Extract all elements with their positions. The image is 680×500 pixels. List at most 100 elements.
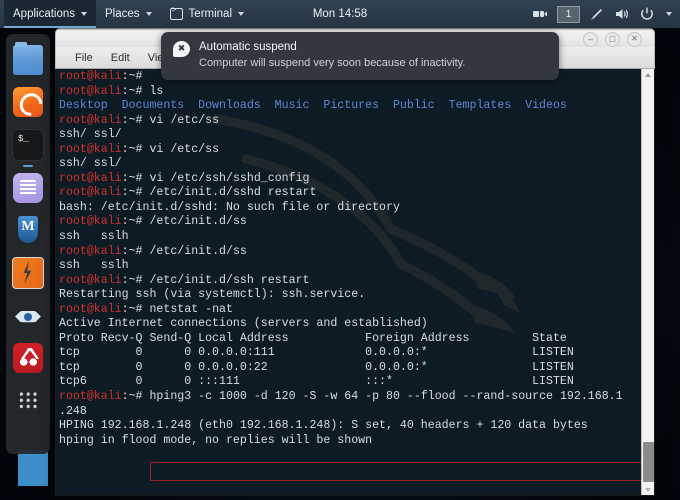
prompt-tail: :~# <box>121 390 150 404</box>
terminal-line: root@kali:~# vi /etc/ss <box>59 114 640 129</box>
terminal-output-line: tcp 0 0 0.0.0.0:22 0.0.0.0:* LISTEN <box>59 360 574 374</box>
prompt-user: root@kali <box>59 244 122 258</box>
prompt-tail: :~# <box>121 302 150 316</box>
prompt-tail: :~# <box>121 84 150 98</box>
chevron-down-icon[interactable] <box>666 12 672 16</box>
prompt-user: root@kali <box>59 186 122 200</box>
prompt-user: root@kali <box>59 113 122 127</box>
terminal-icon[interactable] <box>12 129 44 167</box>
command-text: /etc/init.d/ssh restart <box>149 273 310 287</box>
places-menu-label: Places <box>105 8 140 20</box>
prompt-user: root@kali <box>59 302 122 316</box>
terminal-icon <box>169 6 183 20</box>
terminal-output-line: ssh/ ssl/ <box>59 157 122 171</box>
show-applications-icon[interactable] <box>13 385 43 415</box>
notification-popup[interactable]: Automatic suspend Computer will suspend … <box>161 32 559 80</box>
prompt-tail: :~# <box>121 113 150 127</box>
terminal-menu[interactable]: Terminal <box>161 0 253 28</box>
scroll-down-icon[interactable] <box>642 484 654 495</box>
message-bubble-icon <box>173 40 190 57</box>
favorites-dock <box>6 34 50 454</box>
scroll-up-icon[interactable] <box>642 69 654 81</box>
scrollbar-thumb[interactable] <box>643 442 654 482</box>
terminal-output-line: tcp6 0 0 :::111 :::* LISTEN <box>59 375 574 389</box>
highlight-box <box>150 462 654 481</box>
terminal-body[interactable]: root@kali:~# root@kali:~# ls Desktop Docu… <box>55 69 655 496</box>
prompt-user: root@kali <box>59 70 122 83</box>
command-text: ls <box>149 84 164 98</box>
burpsuite-icon[interactable] <box>12 257 44 289</box>
prompt-tail: :~# <box>121 70 150 83</box>
prompt-user: root@kali <box>59 171 122 185</box>
cherrytree-icon[interactable] <box>13 343 43 373</box>
terminal-output-line: HPING 192.168.1.248 (eth0 192.168.1.248)… <box>59 419 588 433</box>
files-icon[interactable] <box>13 42 43 75</box>
terminal-output-line: tcp 0 0 0.0.0.0:111 0.0.0.0:* LISTEN <box>59 346 574 360</box>
terminal-output-line: Restarting ssh (via systemctl): ssh.serv… <box>59 288 366 302</box>
terminal-output-line: Proto Recv-Q Send-Q Local Address Foreig… <box>59 331 567 345</box>
terminal-line: root@kali:~# ls <box>59 85 640 100</box>
prompt-user: root@kali <box>59 273 122 287</box>
menu-edit[interactable]: Edit <box>102 52 139 64</box>
terminal-output-line: ssh sslh <box>59 259 129 273</box>
prompt-tail: :~# <box>121 244 150 258</box>
terminal-scrollbar[interactable] <box>641 69 654 495</box>
prompt-tail: :~# <box>121 142 150 156</box>
close-button[interactable] <box>627 32 642 47</box>
command-text: netstat -nat <box>149 302 233 316</box>
desktop-screen: Applications Places Terminal Mon 14:58 1 <box>0 0 680 500</box>
prompt-tail: :~# <box>121 273 150 287</box>
minimize-button[interactable] <box>583 32 598 47</box>
terminal-output-line: .248 <box>59 404 87 418</box>
prompt-tail: :~# <box>121 171 150 185</box>
menu-file[interactable]: File <box>66 52 102 64</box>
terminal-window: root@kali: ~ File Edit View <box>55 28 655 496</box>
text-editor-icon[interactable] <box>13 173 43 203</box>
command-text: /etc/init.d/sshd restart <box>149 186 317 200</box>
terminal-line: root@kali:~# vi /etc/ssh/sshd_config <box>59 172 640 187</box>
terminal-menu-label: Terminal <box>188 8 233 20</box>
notification-body: Computer will suspend very soon because … <box>199 57 466 69</box>
terminal-line: root@kali:~# /etc/init.d/ss <box>59 215 640 230</box>
wireshark-icon[interactable] <box>13 301 43 331</box>
screencast-icon[interactable] <box>532 6 548 22</box>
terminal-output-line: Active Internet connections (servers and… <box>59 317 428 331</box>
command-text: /etc/init.d/ss <box>149 244 247 258</box>
command-text: /etc/init.d/ss <box>149 215 247 229</box>
prompt-tail: :~# <box>121 186 150 200</box>
workspace-indicator[interactable]: 1 <box>557 5 580 23</box>
prompt-user: root@kali <box>59 390 122 404</box>
maximize-button[interactable] <box>605 32 620 47</box>
power-icon[interactable] <box>639 6 655 22</box>
panel-clock: Mon 14:58 <box>312 8 368 20</box>
notification-title: Automatic suspend <box>199 41 297 53</box>
terminal-line: Desktop Documents Downloads Music Pictur… <box>59 99 640 114</box>
prompt-tail: :~# <box>121 215 150 229</box>
terminal-output: root@kali:~# root@kali:~# ls Desktop Docu… <box>59 70 640 448</box>
command-text: vi /etc/ss <box>149 113 220 127</box>
firefox-icon[interactable] <box>13 87 43 117</box>
top-panel: Applications Places Terminal Mon 14:58 1 <box>0 0 680 28</box>
command-text: vi /etc/ss <box>149 142 220 156</box>
places-menu[interactable]: Places <box>96 0 161 28</box>
volume-icon[interactable] <box>614 6 630 22</box>
terminal-line: root@kali:~# /etc/init.d/ss <box>59 245 640 260</box>
prompt-user: root@kali <box>59 84 122 98</box>
metasploit-icon[interactable] <box>13 215 43 245</box>
running-indicator <box>23 165 33 167</box>
directory-listing: Desktop Documents Downloads Music Pictur… <box>59 99 567 113</box>
terminal-line: root@kali:~# /etc/init.d/sshd restart <box>59 186 640 201</box>
terminal-output-line: hping in flood mode, no replies will be … <box>59 433 373 447</box>
terminal-output-line: ssh/ ssl/ <box>59 128 122 142</box>
window-task-strip[interactable] <box>18 450 48 486</box>
prompt-user: root@kali <box>59 215 122 229</box>
terminal-line: root@kali:~# vi /etc/ss <box>59 143 640 158</box>
chevron-down-icon <box>81 12 88 16</box>
pen-icon[interactable] <box>589 6 605 22</box>
applications-menu-label: Applications <box>13 8 76 20</box>
applications-menu[interactable]: Applications <box>4 0 97 28</box>
terminal-line: root@kali:~# /etc/init.d/ssh restart <box>59 274 640 289</box>
notification-text: Automatic suspend Computer will suspend … <box>199 40 465 70</box>
command-text: hping3 -c 1000 -d 120 -S -w 64 -p 80 --f… <box>149 390 623 404</box>
chevron-down-icon <box>238 12 245 16</box>
